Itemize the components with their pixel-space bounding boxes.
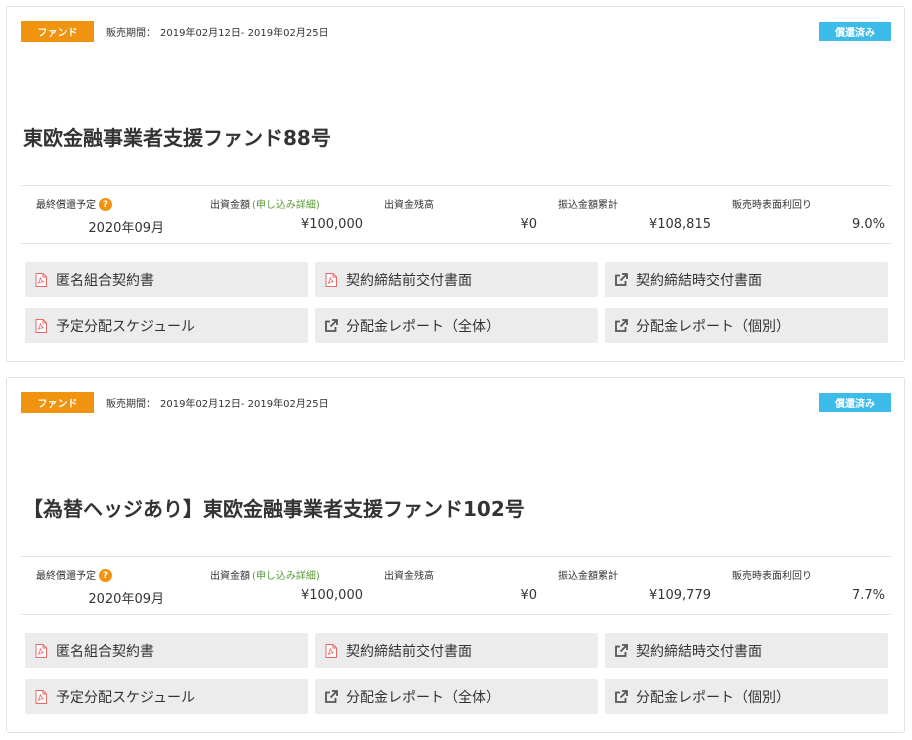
pdf-icon <box>324 643 338 658</box>
doc-button-distribution-report-all[interactable]: 分配金レポート（全体） <box>315 679 598 714</box>
doc-button-distribution-report-individual[interactable]: 分配金レポート（個別） <box>605 679 888 714</box>
fund-card: ファンド 販売期間： 2019年02月12日- 2019年02月25日 償還済み … <box>6 377 905 733</box>
pdf-icon <box>34 272 48 287</box>
stat-label: 最終償還予定 <box>36 571 96 582</box>
fund-stats: 最終償還予定? 2020年09月 出資金額 (申し込み詳細) ¥100,000 出… <box>21 556 891 615</box>
pdf-icon <box>34 318 48 333</box>
doc-button-label: 予定分配スケジュール <box>56 318 196 335</box>
stat-label: 出資金額 <box>210 571 250 582</box>
stat-value: 2020年09月 <box>88 221 164 236</box>
application-detail-link[interactable]: (申し込み詳細) <box>252 196 320 211</box>
doc-button-label: 匿名組合契約書 <box>56 643 154 660</box>
stat-label: 販売時表面利回り <box>732 200 812 211</box>
doc-button-label: 分配金レポート（個別） <box>636 318 790 335</box>
question-icon[interactable]: ? <box>99 198 112 211</box>
stat-value: ¥0 <box>520 588 537 603</box>
doc-button-contract-document[interactable]: 契約締結時交付書面 <box>605 262 888 297</box>
sales-period-label: 販売期間： <box>106 399 156 410</box>
stat-label: 振込金額累計 <box>558 571 618 582</box>
sales-period-label: 販売期間： <box>106 28 156 39</box>
stat-investment-amount: 出資金額 (申し込み詳細) ¥100,000 <box>195 557 369 614</box>
doc-button-partnership-agreement[interactable]: 匿名組合契約書 <box>25 633 308 668</box>
fund-title: 【為替ヘッジあり】東欧金融事業者支援ファンド102号 <box>23 497 525 521</box>
pdf-icon <box>34 689 48 704</box>
fund-stats: 最終償還予定? 2020年09月 出資金額 (申し込み詳細) ¥100,000 出… <box>21 185 891 244</box>
external-link-icon <box>614 643 628 658</box>
stat-label: 販売時表面利回り <box>732 571 812 582</box>
stat-final-redemption: 最終償還予定? 2020年09月 <box>21 557 195 614</box>
doc-button-label: 予定分配スケジュール <box>56 689 196 706</box>
stat-value: ¥100,000 <box>300 588 363 603</box>
doc-button-contract-document[interactable]: 契約締結時交付書面 <box>605 633 888 668</box>
stat-transfer-total: 振込金額累計 ¥109,779 <box>543 557 717 614</box>
stat-label: 出資金額 <box>210 200 250 211</box>
doc-button-distribution-report-individual[interactable]: 分配金レポート（個別） <box>605 308 888 343</box>
doc-button-partnership-agreement[interactable]: 匿名組合契約書 <box>25 262 308 297</box>
doc-button-distribution-report-all[interactable]: 分配金レポート（全体） <box>315 308 598 343</box>
fund-title: 東欧金融事業者支援ファンド88号 <box>23 126 331 150</box>
stat-investment-amount: 出資金額 (申し込み詳細) ¥100,000 <box>195 186 369 243</box>
doc-button-label: 契約締結前交付書面 <box>346 643 472 660</box>
stat-value: ¥100,000 <box>300 217 363 232</box>
question-icon[interactable]: ? <box>99 569 112 582</box>
stat-value: 9.0% <box>851 217 885 232</box>
external-link-icon <box>324 689 338 704</box>
stat-value: ¥108,815 <box>648 217 711 232</box>
status-badge: 償還済み <box>819 22 891 41</box>
stat-yield: 販売時表面利回り 9.0% <box>717 186 891 243</box>
stat-label: 振込金額累計 <box>558 200 618 211</box>
sales-period-value: 2019年02月12日- 2019年02月25日 <box>160 28 329 39</box>
stat-final-redemption: 最終償還予定? 2020年09月 <box>21 186 195 243</box>
sales-period: 販売期間： 2019年02月12日- 2019年02月25日 <box>106 395 329 410</box>
fund-card: ファンド 販売期間： 2019年02月12日- 2019年02月25日 償還済み … <box>6 6 905 362</box>
doc-button-pre-contract-document[interactable]: 契約締結前交付書面 <box>315 633 598 668</box>
status-badge: 償還済み <box>819 393 891 412</box>
doc-button-label: 契約締結時交付書面 <box>636 272 762 289</box>
doc-button-label: 分配金レポート（全体） <box>346 689 500 706</box>
external-link-icon <box>324 318 338 333</box>
sales-period: 販売期間： 2019年02月12日- 2019年02月25日 <box>106 24 329 39</box>
doc-button-distribution-schedule[interactable]: 予定分配スケジュール <box>25 679 308 714</box>
fund-type-badge: ファンド <box>21 21 94 42</box>
doc-button-label: 契約締結前交付書面 <box>346 272 472 289</box>
stat-label: 出資金残高 <box>384 200 434 211</box>
stat-value: ¥0 <box>520 217 537 232</box>
sales-period-value: 2019年02月12日- 2019年02月25日 <box>160 399 329 410</box>
doc-button-label: 分配金レポート（全体） <box>346 318 500 335</box>
fund-type-badge: ファンド <box>21 392 94 413</box>
stat-transfer-total: 振込金額累計 ¥108,815 <box>543 186 717 243</box>
stat-label: 最終償還予定 <box>36 200 96 211</box>
stat-investment-balance: 出資金残高 ¥0 <box>369 186 543 243</box>
application-detail-link[interactable]: (申し込み詳細) <box>252 567 320 582</box>
stat-value: 2020年09月 <box>88 592 164 607</box>
pdf-icon <box>34 643 48 658</box>
stat-value: ¥109,779 <box>648 588 711 603</box>
external-link-icon <box>614 318 628 333</box>
doc-button-label: 匿名組合契約書 <box>56 272 154 289</box>
external-link-icon <box>614 689 628 704</box>
stat-investment-balance: 出資金残高 ¥0 <box>369 557 543 614</box>
doc-button-label: 分配金レポート（個別） <box>636 689 790 706</box>
doc-button-pre-contract-document[interactable]: 契約締結前交付書面 <box>315 262 598 297</box>
stat-yield: 販売時表面利回り 7.7% <box>717 557 891 614</box>
pdf-icon <box>324 272 338 287</box>
stat-value: 7.7% <box>851 588 885 603</box>
external-link-icon <box>614 272 628 287</box>
doc-button-label: 契約締結時交付書面 <box>636 643 762 660</box>
stat-label: 出資金残高 <box>384 571 434 582</box>
doc-button-distribution-schedule[interactable]: 予定分配スケジュール <box>25 308 308 343</box>
